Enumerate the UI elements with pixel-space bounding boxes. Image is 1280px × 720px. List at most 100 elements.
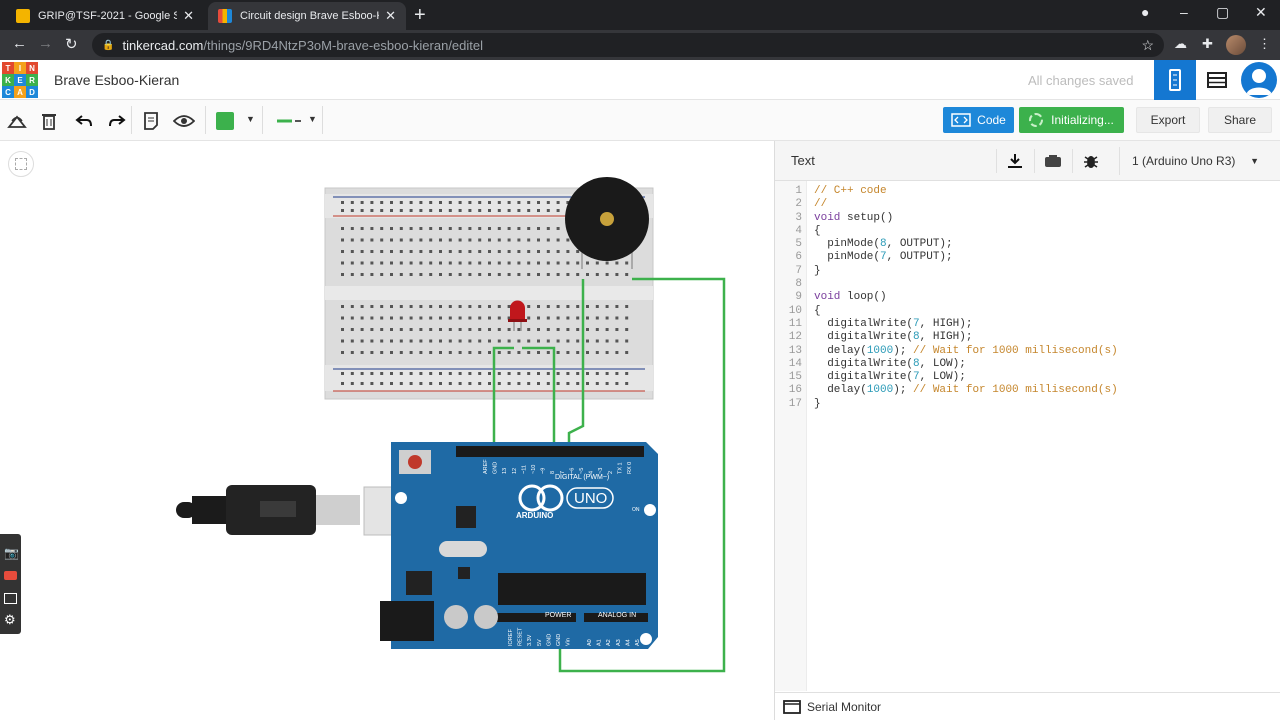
camera-icon[interactable]: 📷	[4, 546, 19, 560]
close-tab-icon[interactable]: ✕	[183, 8, 194, 24]
extensions-puzzle-icon[interactable]: ✚	[1202, 36, 1213, 52]
schematic-view-button[interactable]	[1196, 60, 1238, 100]
code-text: pinMode(8, OUTPUT);	[814, 238, 953, 251]
serial-monitor-bar[interactable]: Serial Monitor	[775, 692, 1280, 720]
code-text: delay(1000); // Wait for 1000 millisecon…	[814, 344, 1118, 357]
circuit-workplane[interactable]: ARDUINO UNO DIGITAL (PWM~) POWER ANALOG …	[0, 141, 774, 720]
code-line[interactable]: 15 digitalWrite(7, LOW);	[775, 371, 1280, 384]
extension-cloud-icon[interactable]: ☁	[1174, 36, 1187, 52]
gear-icon[interactable]: ⚙	[4, 612, 16, 628]
visibility-button[interactable]	[173, 110, 195, 132]
code-line[interactable]: 12 digitalWrite(8, HIGH);	[775, 331, 1280, 344]
chevron-down-icon[interactable]: ▼	[308, 114, 317, 124]
user-avatar[interactable]	[1241, 62, 1277, 98]
wire-type-picker[interactable]	[272, 110, 306, 132]
forward-icon[interactable]: →	[38, 35, 53, 52]
side-tools-dock: 📷 ⚙	[0, 534, 21, 634]
code-line[interactable]: 5 pinMode(8, OUTPUT);	[775, 238, 1280, 251]
close-window-icon[interactable]: ✕	[1255, 4, 1267, 21]
bookmark-star-icon[interactable]: ☆	[1141, 37, 1154, 54]
code-line[interactable]: 2 //	[775, 198, 1280, 211]
pin-label: A1	[597, 639, 603, 646]
code-button-label: Code	[977, 113, 1006, 127]
logo-letter: K	[2, 74, 14, 86]
close-tab-icon[interactable]: ✕	[385, 8, 396, 24]
code-line[interactable]: 1 // C++ code	[775, 185, 1280, 198]
pin-label: RX 0	[627, 462, 633, 474]
code-line[interactable]: 4{	[775, 225, 1280, 238]
video-icon[interactable]	[4, 571, 17, 580]
code-line[interactable]: 16 delay(1000); // Wait for 1000 millise…	[775, 384, 1280, 397]
code-text: }	[814, 264, 821, 277]
maximize-icon[interactable]: ▢	[1216, 4, 1229, 21]
save-status: All changes saved	[1028, 73, 1134, 88]
upload-button[interactable]	[1034, 149, 1070, 173]
code-line[interactable]: 9 void loop()	[775, 291, 1280, 304]
code-line[interactable]: 7}	[775, 265, 1280, 278]
pin-label: ~3	[598, 468, 604, 474]
download-icon	[1007, 154, 1022, 168]
code-text-area[interactable]: 1// C++ code 2//3 void setup() 4{5 pinMode(…	[775, 185, 1280, 411]
rotate-icon	[7, 115, 27, 128]
code-line[interactable]: 14 digitalWrite(8, LOW);	[775, 358, 1280, 371]
circuit-view-button[interactable]	[1154, 60, 1196, 100]
toolbar-divider	[322, 106, 323, 134]
design-title[interactable]: Brave Esboo-Kieran	[54, 72, 179, 88]
code-text: void loop()	[814, 291, 887, 304]
code-button[interactable]: Code	[943, 107, 1014, 133]
chevron-down-icon[interactable]: ▼	[246, 114, 255, 124]
toolbar-divider	[205, 106, 206, 134]
redo-button[interactable]	[106, 110, 128, 132]
code-text: digitalWrite(8, LOW);	[814, 357, 966, 370]
share-button[interactable]: Share	[1208, 107, 1272, 133]
tab-title: GRIP@TSF-2021 - Google Slides	[38, 10, 178, 22]
browser-tab-slides[interactable]: GRIP@TSF-2021 - Google Slides ✕	[6, 2, 204, 30]
code-text: pinMode(7, OUTPUT);	[814, 251, 953, 264]
code-mode-select[interactable]: Text	[791, 153, 815, 168]
start-simulation-button[interactable]: Initializing...	[1019, 107, 1124, 133]
chrome-menu-icon[interactable]: ⋮	[1258, 36, 1271, 52]
device-label: 1 (Arduino Uno R3)	[1132, 154, 1236, 168]
toolbar-divider	[262, 106, 263, 134]
browser-nav-bar: ← → ↻ 🔒 tinkercad.com /things/9RD4NtzP3o…	[0, 30, 1280, 60]
gallery-icon[interactable]	[4, 593, 17, 604]
pin-label: ~5	[579, 468, 585, 474]
code-line[interactable]: 17}	[775, 398, 1280, 411]
notes-button[interactable]	[140, 110, 162, 132]
delete-button[interactable]	[38, 110, 60, 132]
code-line[interactable]: 10 {	[775, 305, 1280, 318]
code-line[interactable]: 6 pinMode(7, OUTPUT);	[775, 251, 1280, 264]
line-number: 2	[795, 198, 802, 211]
undo-icon	[75, 115, 92, 127]
rotate-button[interactable]	[6, 110, 28, 132]
spinner-icon	[1029, 113, 1044, 127]
line-number: 12	[788, 331, 802, 344]
new-tab-button[interactable]: +	[414, 4, 426, 27]
user-silhouette-icon	[1246, 69, 1272, 95]
reload-icon[interactable]: ↻	[65, 35, 78, 53]
code-line[interactable]: 3 void setup()	[775, 212, 1280, 225]
browser-tab-tinkercad[interactable]: Circuit design Brave Esboo-Kieran ✕	[208, 2, 406, 30]
wire-color-picker[interactable]	[214, 110, 236, 132]
debugger-button[interactable]	[1072, 149, 1108, 173]
logo-letter: D	[26, 86, 38, 98]
minimize-icon[interactable]: –	[1180, 4, 1188, 20]
code-line[interactable]: 11 digitalWrite(7, HIGH);	[775, 318, 1280, 331]
back-icon[interactable]: ←	[12, 35, 27, 52]
code-line[interactable]: 8	[775, 278, 1280, 291]
undo-button[interactable]	[73, 110, 95, 132]
browser-menu-icon[interactable]: ●	[1141, 4, 1149, 20]
tinkercad-logo[interactable]: T I N K E R C A D	[2, 62, 38, 98]
code-editor-header: Text 1 (Arduino Uno R3) ▼	[775, 141, 1280, 181]
line-number: 8	[795, 278, 802, 291]
address-bar[interactable]: 🔒 tinkercad.com /things/9RD4NtzP3oM-brav…	[92, 33, 1164, 57]
pin-label: ~10	[531, 465, 537, 474]
export-button[interactable]: Export	[1136, 107, 1200, 133]
code-line[interactable]: 13 delay(1000); // Wait for 1000 millise…	[775, 345, 1280, 358]
browser-profile-avatar[interactable]	[1226, 35, 1246, 55]
arduino-uno-board[interactable]: ARDUINO UNO DIGITAL (PWM~) POWER ANALOG …	[380, 442, 658, 649]
download-code-button[interactable]	[996, 149, 1032, 173]
device-dropdown[interactable]: 1 (Arduino Uno R3) ▼	[1119, 147, 1271, 175]
browser-tab-bar: GRIP@TSF-2021 - Google Slides ✕ Circuit …	[0, 0, 1280, 30]
code-text: {	[814, 304, 821, 317]
